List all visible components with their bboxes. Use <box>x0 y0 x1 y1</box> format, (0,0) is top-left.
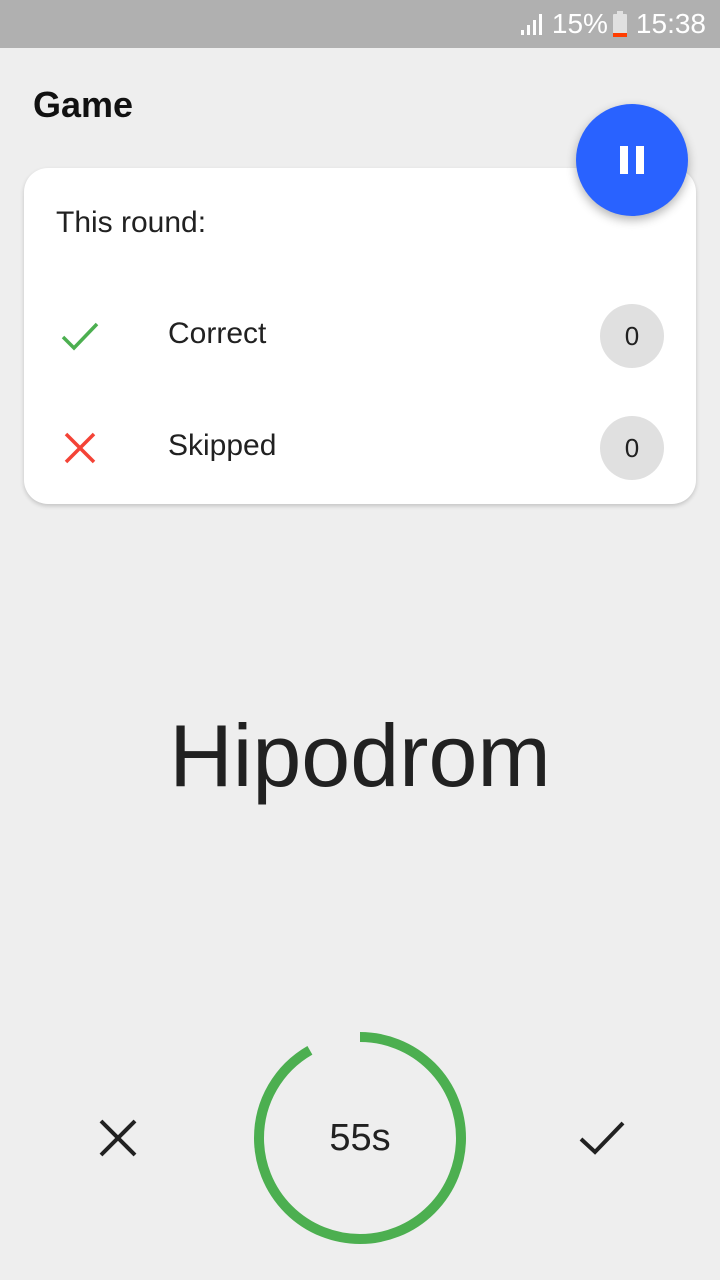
correct-count-badge: 0 <box>600 304 664 368</box>
skip-button[interactable] <box>94 1114 142 1162</box>
skipped-count-badge: 0 <box>600 416 664 480</box>
battery-percent: 15% <box>551 8 608 39</box>
battery-icon <box>612 11 627 37</box>
correct-label: Correct <box>168 317 267 350</box>
correct-button[interactable] <box>574 1114 630 1162</box>
page-title: Game <box>33 84 134 125</box>
timer-label: 55s <box>329 1116 391 1159</box>
check-icon <box>61 322 99 351</box>
correct-row: Correct 0 <box>24 280 696 392</box>
skipped-row: Skipped 0 <box>24 392 696 504</box>
pause-button[interactable] <box>576 104 688 216</box>
signal-icon <box>520 14 542 35</box>
pause-icon <box>620 146 644 174</box>
check-icon <box>579 1121 625 1155</box>
close-icon <box>99 1119 137 1157</box>
status-bar: 15% 15:38 <box>0 0 720 48</box>
card-header: This round: <box>56 206 207 239</box>
round-summary-card: This round: Correct 0 Skipped 0 <box>24 168 696 504</box>
current-word: Hipodrom <box>169 706 551 805</box>
countdown-timer: 55s <box>250 1028 470 1248</box>
skipped-label: Skipped <box>168 429 277 462</box>
clock: 15:38 <box>635 8 706 39</box>
close-icon <box>64 432 96 464</box>
